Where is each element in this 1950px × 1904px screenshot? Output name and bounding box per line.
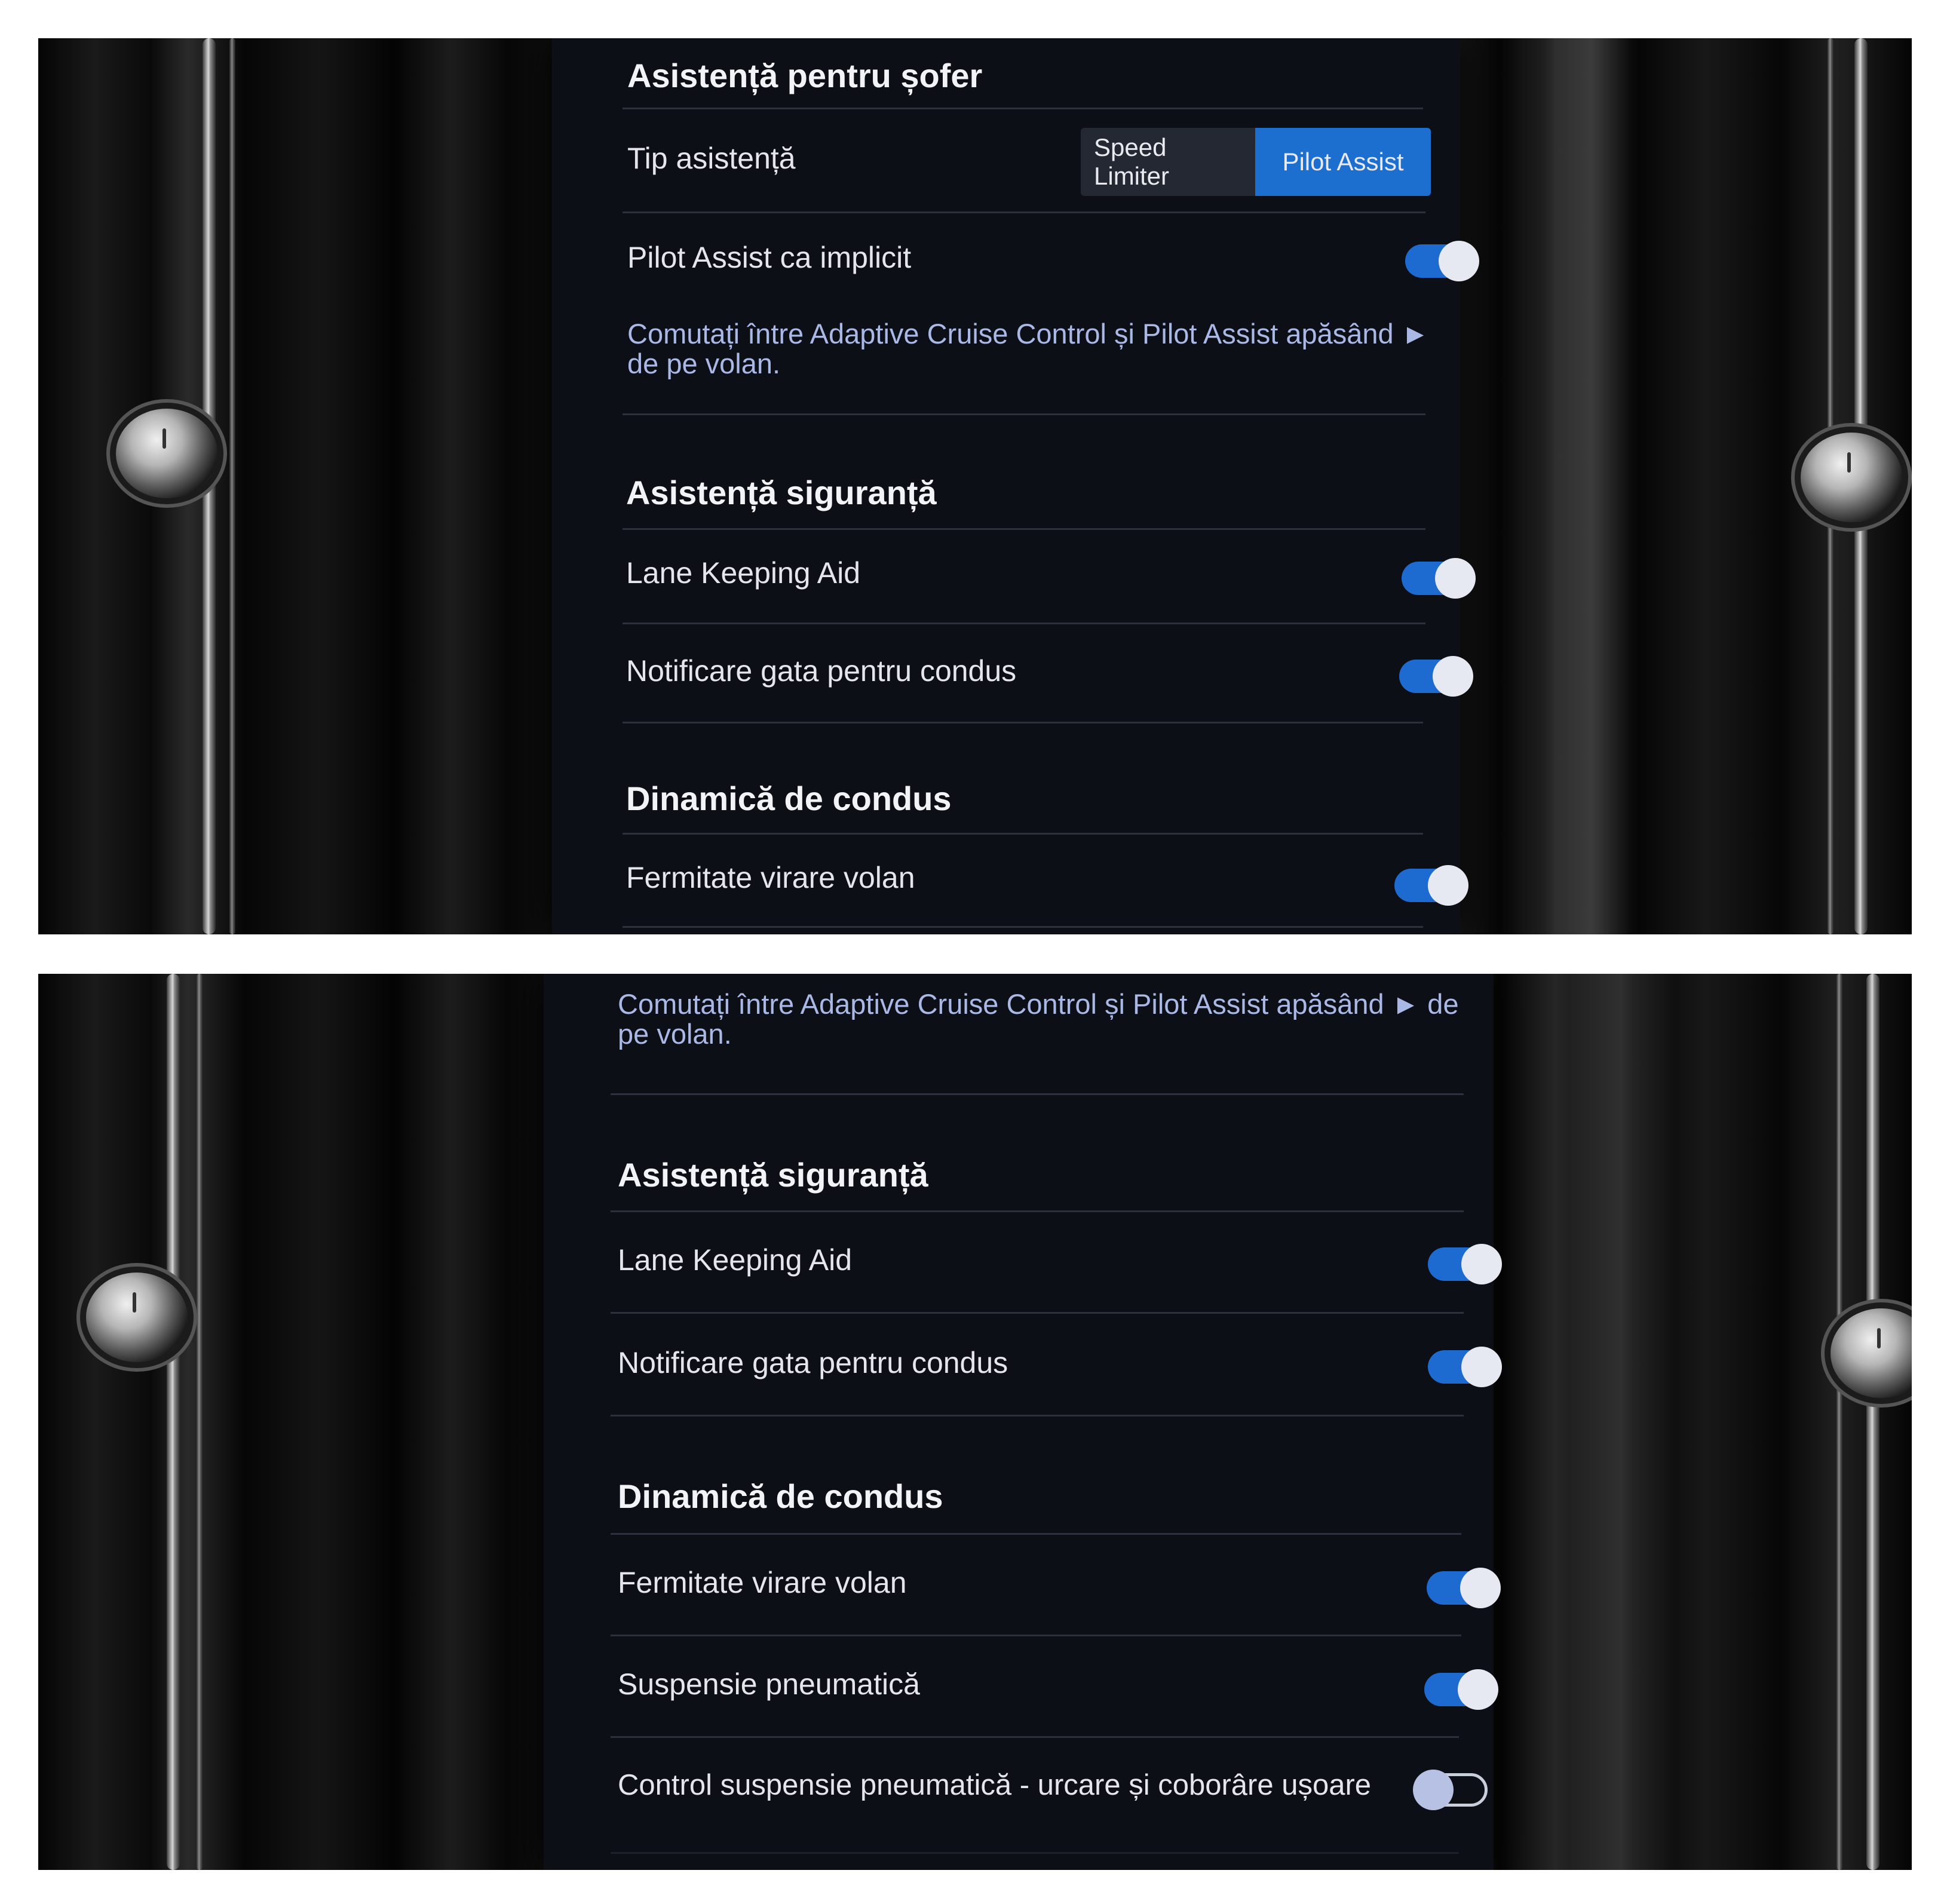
toggle-thumb (1413, 1770, 1454, 1810)
divider (611, 1312, 1464, 1314)
divider (623, 108, 1423, 109)
air-vent-knob-left[interactable] (116, 409, 217, 498)
divider (623, 528, 1425, 530)
steering-toggle[interactable] (1394, 865, 1468, 906)
pilot-assist-description: Comutați între Adaptive Cruise Control ș… (618, 988, 1459, 1050)
divider (611, 1210, 1464, 1212)
section-title-dynamics: Dinamică de condus (626, 780, 952, 817)
steering-label: Fermitate virare volan (626, 861, 915, 894)
divider (623, 211, 1425, 213)
chrome-trim-left-inner (229, 38, 235, 934)
lane-keeping-label: Lane Keeping Aid (618, 1243, 853, 1277)
toggle-thumb (1460, 1568, 1501, 1608)
ready-notice-toggle[interactable] (1428, 1347, 1502, 1387)
glass-reflection (1568, 974, 1675, 1870)
divider (611, 1415, 1464, 1416)
ready-notice-label: Notificare gata pentru condus (618, 1346, 1008, 1379)
toggle-thumb (1458, 1669, 1498, 1710)
lane-keeping-label: Lane Keeping Aid (626, 556, 861, 590)
chrome-trim-left (167, 974, 180, 1870)
section-title-driver-assist: Asistență pentru șofer (627, 57, 983, 94)
infotainment-screen: Asistență pentru șofer Tip asistență Spe… (552, 38, 1479, 934)
toggle-thumb (1439, 241, 1479, 281)
chrome-trim-left-inner (197, 974, 203, 1870)
toggle-thumb (1461, 1347, 1502, 1387)
pilot-default-label: Pilot Assist ca implicit (627, 241, 912, 274)
divider (623, 623, 1425, 624)
toggle-thumb (1461, 1244, 1502, 1284)
divider (611, 1093, 1464, 1095)
infotainment-screen: Comutați între Adaptive Cruise Control ș… (544, 974, 1502, 1870)
chrome-trim-right (1866, 974, 1880, 1870)
chrome-trim-left (203, 38, 216, 934)
air-vent-knob-right[interactable] (1801, 433, 1902, 522)
toggle-thumb (1433, 656, 1473, 697)
section-title-dynamics: Dinamică de condus (618, 1477, 943, 1515)
toggle-thumb (1428, 865, 1468, 906)
chrome-trim-right-inner (1836, 974, 1842, 1870)
air-vent-knob-right[interactable] (1831, 1308, 1912, 1398)
section-title-safety: Asistență siguranță (618, 1156, 928, 1194)
lane-keeping-toggle[interactable] (1402, 558, 1476, 599)
toggle-thumb (1435, 558, 1476, 599)
assist-type-segmented-control[interactable]: Speed Limiter Pilot Assist (1081, 128, 1431, 196)
ready-notice-toggle[interactable] (1399, 656, 1473, 697)
lane-keeping-toggle[interactable] (1428, 1244, 1502, 1284)
pilot-assist-description: Comutați între Adaptive Cruise Control ș… (627, 318, 1430, 379)
divider (623, 833, 1423, 835)
section-title-safety: Asistență siguranță (626, 474, 937, 511)
divider (623, 722, 1423, 723)
segment-speed-limiter[interactable]: Speed Limiter (1081, 128, 1255, 196)
top-photo-panel: Asistență pentru șofer Tip asistență Spe… (38, 38, 1912, 934)
divider (623, 926, 1423, 928)
air-suspension-label: Suspensie pneumatică (618, 1667, 920, 1701)
segment-pilot-assist[interactable]: Pilot Assist (1255, 128, 1431, 196)
steering-toggle[interactable] (1427, 1568, 1501, 1608)
divider (611, 1533, 1461, 1535)
air-suspension-toggle[interactable] (1424, 1669, 1498, 1710)
divider (611, 1635, 1461, 1636)
pilot-default-toggle[interactable] (1405, 241, 1479, 281)
ready-notice-label: Notificare gata pentru condus (626, 654, 1017, 688)
bottom-photo-panel: Comutați între Adaptive Cruise Control ș… (38, 974, 1912, 1870)
divider (611, 1852, 1459, 1854)
air-suspension-control-toggle[interactable] (1413, 1770, 1488, 1810)
steering-label: Fermitate virare volan (618, 1566, 907, 1599)
air-vent-knob-left[interactable] (86, 1273, 188, 1362)
air-suspension-control-label: Control suspensie pneumatică - urcare și… (618, 1769, 1372, 1801)
glass-reflection (1544, 38, 1639, 934)
divider (611, 1736, 1459, 1738)
assist-type-label: Tip asistență (627, 142, 796, 175)
divider (623, 413, 1425, 415)
